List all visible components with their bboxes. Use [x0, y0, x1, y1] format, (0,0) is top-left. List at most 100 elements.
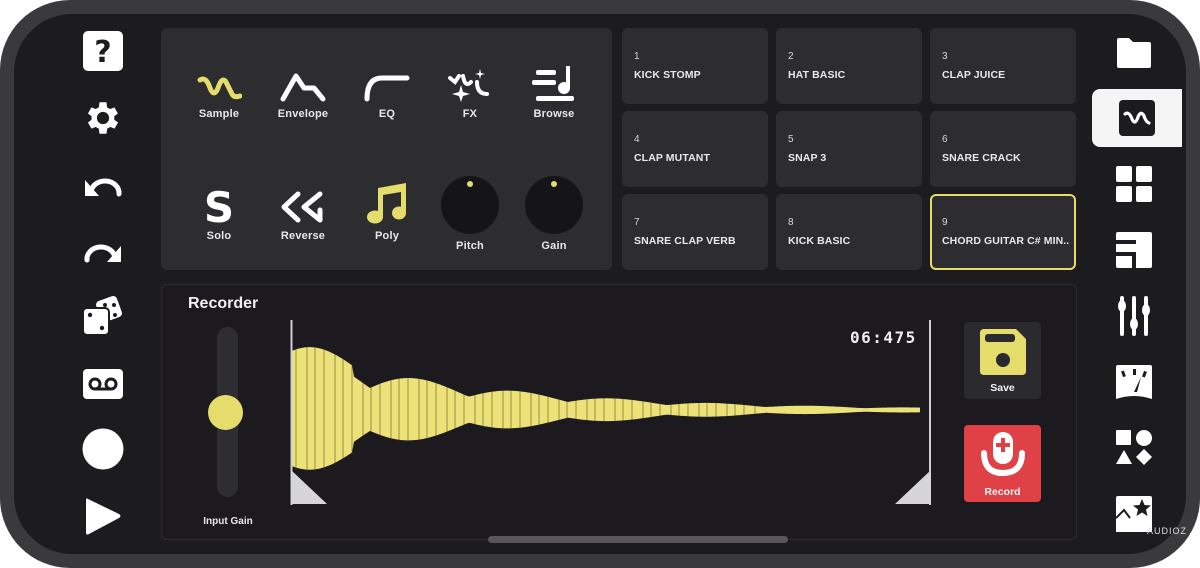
waveform-display[interactable]: [290, 320, 933, 505]
play-button[interactable]: [80, 493, 126, 539]
envelope-label: Envelope: [277, 108, 329, 120]
pitch-knob-indicator: [467, 181, 473, 187]
shapes-nav[interactable]: [1102, 425, 1166, 471]
poly-label: Poly: [374, 230, 400, 242]
pad-number: 8: [788, 217, 794, 228]
browse-icon: [532, 66, 574, 101]
pad-2[interactable]: 2 HAT BASIC: [776, 28, 922, 104]
fx-sparkle-icon: [448, 69, 489, 102]
sample-wave-icon: [197, 76, 242, 100]
reverse-toggle[interactable]: Reverse: [263, 180, 343, 242]
shapes-icon: [1116, 430, 1152, 465]
sample-editor-nav[interactable]: [1092, 89, 1182, 147]
redo-button[interactable]: [80, 228, 126, 274]
home-indicator[interactable]: [488, 536, 788, 543]
record-circle-icon: [82, 428, 124, 470]
record-toggle-button[interactable]: [80, 426, 126, 472]
help-icon: ?: [83, 31, 123, 71]
poly-toggle[interactable]: Poly: [347, 180, 427, 242]
help-button[interactable]: ?: [80, 28, 126, 74]
fx-label: FX: [462, 108, 478, 120]
pad-name: CHORD GUITAR C# MIN..: [942, 235, 1070, 247]
pad-number: 6: [942, 134, 948, 145]
pad-number: 2: [788, 51, 794, 62]
meter-icon: [1116, 365, 1152, 399]
recorder-button[interactable]: [80, 361, 126, 407]
end-marker-handle[interactable]: [895, 470, 931, 504]
input-gain-label: Input Gain: [203, 516, 253, 527]
voicemail-icon: [83, 369, 123, 399]
reverse-label: Reverse: [280, 230, 326, 242]
pad-7[interactable]: 7 SNARE CLAP VERB: [622, 194, 768, 270]
pad-number: 5: [788, 134, 794, 145]
pad-5[interactable]: 5 SNAP 3: [776, 111, 922, 187]
pad-1[interactable]: 1 KICK STOMP: [622, 28, 768, 104]
recording-time: 06:475: [850, 328, 917, 347]
floppy-disk-icon: [979, 329, 1026, 375]
record-label: Record: [984, 486, 1021, 498]
eq-tab[interactable]: EQ: [347, 58, 427, 120]
recorder-panel: Recorder Input Gain 06:475 Save Record: [161, 284, 1077, 540]
pads-grid-icon: [1116, 166, 1152, 202]
save-button[interactable]: Save: [964, 322, 1041, 399]
pad-number: 4: [634, 134, 640, 145]
pitch-knob-dial[interactable]: [441, 176, 499, 234]
start-marker-handle[interactable]: [291, 470, 327, 504]
pad-number: 1: [634, 51, 640, 62]
meter-nav[interactable]: [1102, 359, 1166, 405]
randomize-button[interactable]: [80, 294, 126, 340]
watermark-text: AUDIOZ: [1147, 526, 1188, 536]
pad-8[interactable]: 8 KICK BASIC: [776, 194, 922, 270]
settings-button[interactable]: [80, 95, 126, 141]
solo-toggle[interactable]: S Solo: [179, 180, 259, 242]
browse-label: Browse: [533, 108, 575, 120]
pad-number: 3: [942, 51, 948, 62]
play-icon: [86, 498, 121, 535]
files-nav[interactable]: [1102, 30, 1166, 76]
mixer-nav[interactable]: [1102, 293, 1166, 339]
pads-nav[interactable]: [1102, 161, 1166, 207]
sample-label: Sample: [198, 108, 240, 120]
input-gain-slider-thumb[interactable]: [208, 394, 243, 430]
pad-name: SNARE CLAP VERB: [634, 235, 736, 247]
pad-name: CLAP MUTANT: [634, 152, 710, 164]
pad-6[interactable]: 6 SNARE CRACK: [930, 111, 1076, 187]
envelope-tab[interactable]: Envelope: [263, 58, 343, 120]
waveform: [292, 347, 920, 473]
fx-tab[interactable]: FX: [430, 58, 510, 120]
pad-name: SNARE CRACK: [942, 152, 1021, 164]
mixer-icon: [1118, 296, 1150, 336]
undo-button[interactable]: [80, 162, 126, 208]
gain-knob-indicator: [551, 181, 557, 187]
pad-4[interactable]: 4 CLAP MUTANT: [622, 111, 768, 187]
reverse-icon: [281, 191, 323, 223]
folder-icon: [1117, 38, 1151, 68]
gain-label: Gain: [541, 240, 567, 252]
sample-controls-panel: Sample Envelope EQ FX Browse S Solo Reve…: [161, 28, 612, 270]
pad-name: HAT BASIC: [788, 69, 846, 81]
pad-name: KICK BASIC: [788, 235, 851, 247]
pad-name: KICK STOMP: [634, 69, 701, 81]
gain-knob[interactable]: Gain: [514, 176, 594, 252]
record-button[interactable]: Record: [964, 425, 1041, 502]
gear-icon: [87, 102, 119, 134]
dice-icon: [82, 296, 122, 336]
pad-name: CLAP JUICE: [942, 69, 1006, 81]
browse-tab[interactable]: Browse: [514, 58, 594, 120]
gain-knob-dial[interactable]: [525, 176, 583, 234]
envelope-icon: [280, 73, 326, 102]
pad-grid: 1 KICK STOMP 2 HAT BASIC 3 CLAP JUICE 4 CLAP…: [622, 28, 1077, 270]
recorder-title: Recorder: [188, 295, 259, 312]
keys-nav[interactable]: [1102, 227, 1166, 273]
waveform-shape: [292, 347, 920, 470]
eq-curve-icon: [364, 75, 410, 102]
pad-3[interactable]: 3 CLAP JUICE: [930, 28, 1076, 104]
waveform-svg: [290, 320, 931, 505]
sample-tab[interactable]: Sample: [179, 58, 259, 120]
solo-label: Solo: [206, 230, 232, 242]
left-toolbar: ?: [80, 28, 126, 548]
redo-icon: [84, 244, 121, 263]
pad-9[interactable]: 9 CHORD GUITAR C# MIN..: [930, 194, 1076, 270]
undo-icon: [85, 178, 122, 197]
pitch-knob[interactable]: Pitch: [430, 176, 510, 252]
